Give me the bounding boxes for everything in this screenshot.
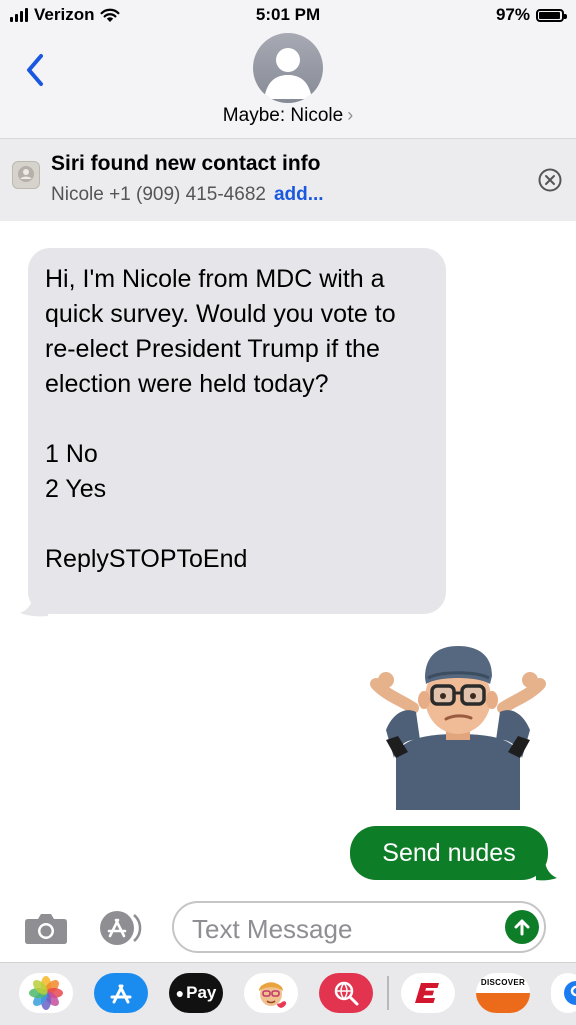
siri-banner-details: Nicole +1 (909) 415-4682 add... <box>51 184 324 206</box>
camera-icon <box>25 914 67 944</box>
siri-suggestion-banner: Siri found new contact info Nicole +1 (9… <box>0 139 576 221</box>
contact-name-button[interactable]: Maybe: Nicole › <box>0 105 576 127</box>
app-store-button[interactable] <box>98 909 150 952</box>
shazam-app[interactable] <box>551 973 576 1013</box>
message-input-placeholder: Text Message <box>192 914 353 944</box>
battery-icon <box>536 8 567 22</box>
globe-search-icon <box>334 981 359 1006</box>
tray-divider <box>387 976 389 1010</box>
discover-app[interactable]: DISCOVER <box>476 973 530 1013</box>
app-store-icon <box>110 984 132 1004</box>
siri-contact-info: Nicole +1 (909) 415-4682 <box>51 184 266 205</box>
send-button[interactable] <box>505 910 539 944</box>
memoji-stickers-app[interactable] <box>244 973 298 1013</box>
contact-avatar[interactable] <box>253 33 323 103</box>
chevron-right-icon: › <box>347 105 354 125</box>
camera-button[interactable] <box>24 911 68 950</box>
close-icon <box>538 168 562 192</box>
apple-pay-app[interactable]: ● Pay <box>169 973 223 1013</box>
shrug-memoji-sticker[interactable] <box>368 640 548 810</box>
status-time: 5:01 PM <box>255 5 321 24</box>
espn-app[interactable] <box>401 973 455 1013</box>
app-store-icon <box>100 911 142 945</box>
apple-pay-label: Pay <box>186 983 217 1002</box>
message-composer: Text Message <box>0 895 576 963</box>
conversation-header: Maybe: Nicole › <box>0 30 576 139</box>
back-button[interactable] <box>20 50 50 90</box>
apple-icon: ● <box>175 985 185 1001</box>
photos-icon <box>29 976 63 1010</box>
discover-band <box>476 993 530 1013</box>
dismiss-banner-button[interactable] <box>538 168 562 197</box>
outgoing-message-text: Send nudes <box>382 838 516 867</box>
message-input[interactable]: Text Message <box>172 901 546 953</box>
memoji-icon <box>259 982 287 1008</box>
status-right: 97% <box>495 5 567 25</box>
incoming-message-bubble[interactable]: Hi, I'm Nicole from MDC with a quick sur… <box>28 248 446 614</box>
contacts-icon <box>12 161 40 189</box>
siri-banner-title: Siri found new contact info <box>51 152 321 175</box>
app-drawer: ● Pay DISCOVER <box>0 962 576 1025</box>
web-images-app[interactable] <box>319 973 373 1013</box>
espn-e-icon <box>415 983 439 1003</box>
person-icon <box>264 48 312 99</box>
chevron-left-icon <box>27 54 43 86</box>
contact-name: Maybe: Nicole <box>222 105 344 126</box>
app-store-app[interactable] <box>94 973 148 1013</box>
outgoing-message-bubble[interactable]: Send nudes <box>350 826 548 880</box>
discover-label: DISCOVER <box>480 977 526 987</box>
incoming-message-text: Hi, I'm Nicole from MDC with a quick sur… <box>45 265 396 573</box>
battery-percent: 97% <box>495 5 530 24</box>
add-contact-link[interactable]: add... <box>274 184 324 205</box>
photos-app[interactable] <box>19 973 73 1013</box>
arrow-up-icon <box>514 919 530 936</box>
status-bar: Verizon 5:01 PM 97% <box>0 0 576 30</box>
shazam-icon <box>564 981 576 1005</box>
